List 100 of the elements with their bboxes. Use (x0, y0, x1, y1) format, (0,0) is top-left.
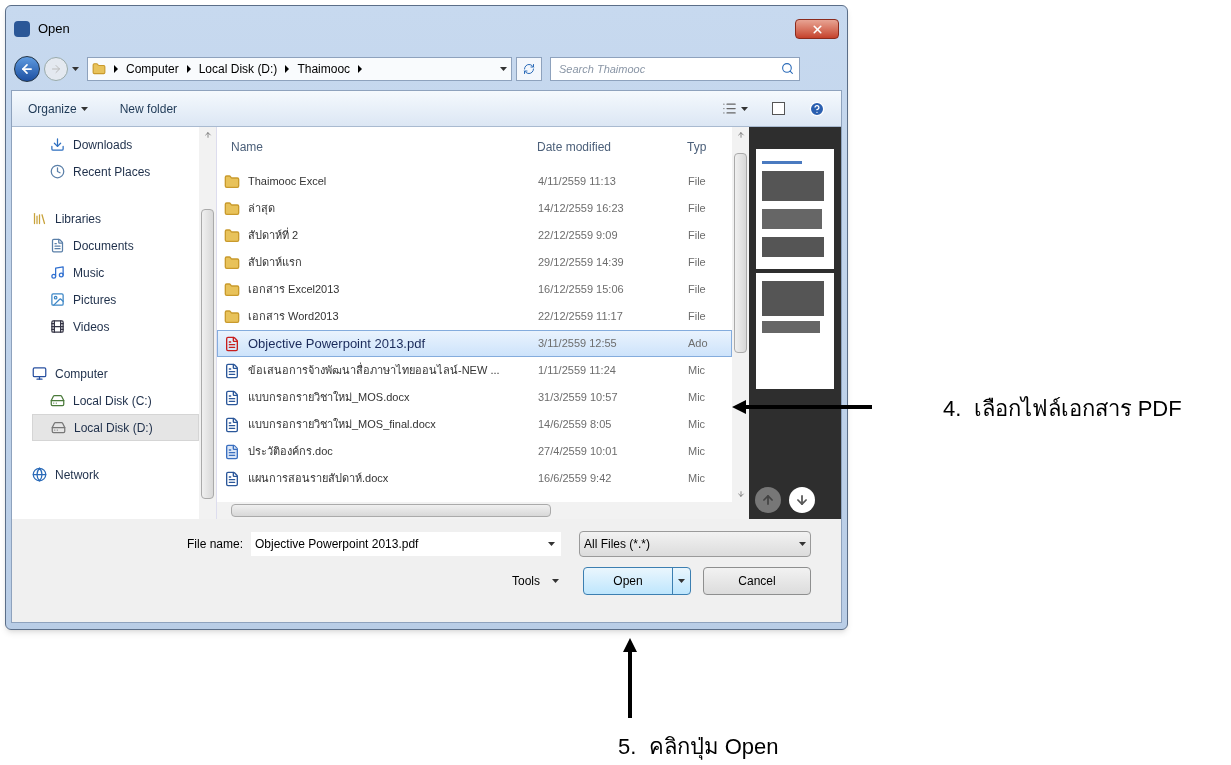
file-row[interactable]: เอกสาร Excel2013 16/12/2559 15:06 File (217, 276, 732, 303)
file-name-field[interactable]: Objective Powerpoint 2013.pdf (251, 532, 561, 556)
file-row[interactable]: ข้อเสนอการจ้างพัฒนาสื่อภาษาไทยออนไลน์-NEW ... 1/11/2559 11:24 Mic (217, 357, 732, 384)
file-name: Objective Powerpoint 2013.pdf (248, 334, 426, 353)
file-date: 14/12/2559 16:23 (538, 201, 625, 217)
scroll-down-icon[interactable] (736, 490, 745, 498)
breadcrumb-item[interactable]: Computer (126, 60, 179, 78)
file-row[interactable]: ล่าสุด 14/12/2559 16:23 File (217, 195, 732, 222)
previous-page-button[interactable] (755, 487, 781, 513)
column-header[interactable]: Date modified (537, 137, 687, 156)
tools-button[interactable]: Tools (512, 572, 559, 590)
sidebar-item[interactable]: Videos (32, 313, 199, 340)
file-type: Mic (688, 417, 707, 433)
file-name: แผนการสอนรายสัปดาห์.docx (248, 471, 389, 487)
file-name: สัปดาห์แรก (248, 255, 302, 271)
dropdown-caret-icon (552, 579, 559, 583)
file-row[interactable]: Objective Powerpoint 2013.pdf 3/11/2559 12:55 Ado (217, 330, 732, 357)
next-page-button[interactable] (789, 487, 815, 513)
breadcrumb-item[interactable]: Local Disk (D:) (198, 60, 278, 78)
sidebar-item[interactable]: Computer (32, 360, 199, 387)
dropdown-caret-icon (799, 542, 806, 546)
refresh-button[interactable] (516, 57, 542, 81)
cancel-button[interactable]: Cancel (703, 567, 811, 595)
folder-icon (92, 62, 106, 76)
file-type: File (688, 255, 707, 271)
file-name: สัปดาห์ที่ 2 (248, 227, 299, 244)
file-type: Mic (688, 444, 707, 460)
file-date: 16/12/2559 15:06 (538, 282, 625, 298)
file-row[interactable]: ประวัติองค์กร.doc 27/4/2559 10:01 Mic (217, 438, 732, 465)
preview-pane-icon[interactable] (772, 102, 785, 115)
folder-icon (224, 281, 240, 298)
file-type-dropdown[interactable]: All Files (*.*) (579, 531, 811, 557)
scroll-up-icon[interactable] (203, 131, 212, 139)
window-title: Open (38, 20, 71, 39)
word-file-icon (224, 389, 240, 406)
sidebar-item[interactable]: Downloads (32, 131, 199, 158)
folder-icon (224, 200, 240, 217)
back-button[interactable] (14, 56, 40, 82)
refresh-icon (523, 63, 535, 75)
file-row[interactable]: สัปดาห์แรก 29/12/2559 14:39 File (217, 249, 732, 276)
file-type: Mic (688, 363, 707, 379)
file-row[interactable]: เอกสาร Word2013 22/12/2559 11:17 File (217, 303, 732, 330)
address-bar[interactable]: Computer Local Disk (D:) Thaimooc (87, 57, 512, 81)
help-icon[interactable] (809, 100, 825, 117)
breadcrumb-arrow-icon (358, 65, 363, 73)
file-date: 22/12/2559 9:09 (538, 228, 619, 244)
sidebar-item[interactable]: Local Disk (C:) (32, 387, 199, 414)
file-name: ข้อเสนอการจ้างพัฒนาสื่อภาษาไทยออนไลน์-NEW ... (248, 362, 500, 379)
file-date: 1/11/2559 11:24 (538, 363, 617, 379)
sidebar-item[interactable]: Local Disk (D:) (32, 414, 199, 441)
file-row[interactable]: สัปดาห์ที่ 2 22/12/2559 9:09 File (217, 222, 732, 249)
list-scrollbar[interactable] (732, 127, 749, 502)
library-icon (32, 211, 47, 226)
file-type: Mic (688, 390, 707, 406)
organize-button[interactable]: Organize (28, 99, 88, 118)
horizontal-scrollbar[interactable] (217, 502, 749, 519)
file-row[interactable]: แบบกรอกรายวิชาใหม่_MOS.docx 31/3/2559 10:57 Mic (217, 384, 732, 411)
new-folder-button[interactable]: New folder (119, 99, 178, 118)
close-button[interactable] (795, 19, 839, 39)
file-date: 22/12/2559 11:17 (538, 309, 624, 325)
forward-arrow-icon (50, 63, 62, 75)
file-name: ประวัติองค์กร.doc (248, 444, 333, 460)
sidebar-item[interactable]: Music (32, 259, 199, 286)
file-row[interactable]: แผนการสอนรายสัปดาห์.docx 16/6/2559 9:42 Mic (217, 465, 732, 492)
close-icon (810, 22, 824, 36)
breadcrumb-arrow-icon (186, 65, 191, 73)
column-header[interactable]: Typ (687, 137, 727, 156)
file-type: File (688, 201, 707, 217)
file-type: File (688, 309, 707, 325)
file-name: ล่าสุด (248, 201, 275, 217)
word-file-icon (224, 416, 240, 433)
file-row[interactable]: Thaimooc Excel 4/11/2559 11:13 File (217, 168, 732, 195)
download-icon (50, 137, 65, 152)
picture-icon (50, 292, 65, 307)
scroll-up-icon[interactable] (736, 131, 745, 139)
sidebar-item[interactable]: Network (32, 461, 199, 488)
clock-icon (50, 164, 65, 179)
word-file-icon (224, 470, 240, 487)
sidebar-item[interactable]: Recent Places (32, 158, 199, 185)
drive-icon (50, 393, 65, 408)
film-icon (50, 319, 65, 334)
breadcrumb-item[interactable]: Thaimooc (297, 60, 351, 78)
column-header[interactable]: Name (217, 137, 537, 156)
file-row[interactable]: แบบกรอกรายวิชาใหม่_MOS_final.docx 14/6/2559 8:05 Mic (217, 411, 732, 438)
sidebar-scrollbar[interactable] (199, 127, 216, 519)
step-five-caption: 5. คลิกปุ่ม Open (618, 733, 779, 762)
sidebar-item[interactable]: Pictures (32, 286, 199, 313)
file-type: File (688, 228, 707, 244)
open-button[interactable]: Open (583, 567, 691, 595)
sidebar-item[interactable]: Libraries (32, 205, 199, 232)
history-caret-icon (72, 67, 79, 71)
file-name: Thaimooc Excel (248, 174, 327, 190)
file-date: 31/3/2559 10:57 (538, 390, 619, 406)
pdf-file-icon (224, 335, 240, 352)
search-field[interactable]: Search Thaimooc (550, 57, 800, 81)
folder-icon (224, 227, 240, 244)
view-options-icon[interactable] (722, 101, 737, 116)
step-four-caption: 4. เลือกไฟล์เอกสาร PDF (943, 395, 1182, 423)
sidebar-item[interactable]: Documents (32, 232, 199, 259)
computer-icon (32, 366, 47, 381)
